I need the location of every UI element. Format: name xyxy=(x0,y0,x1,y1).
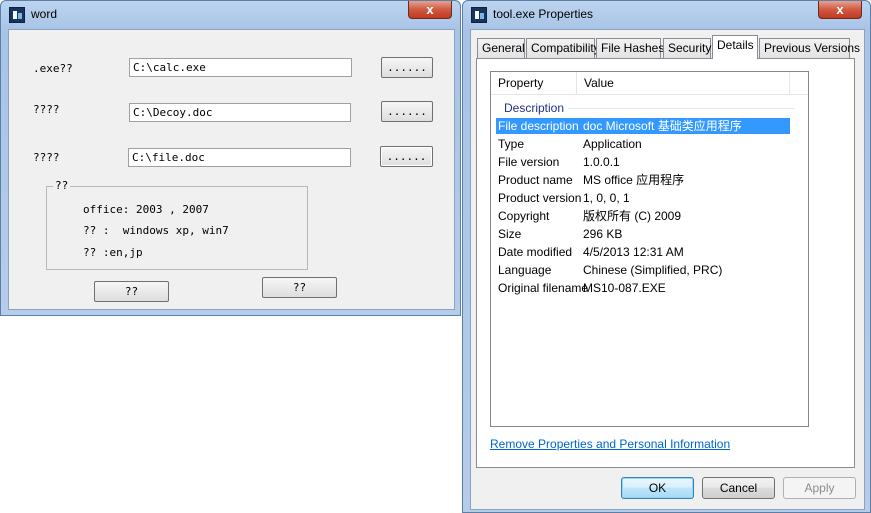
tab-details[interactable]: Details xyxy=(712,35,758,59)
properties-titlebar[interactable]: tool.exe Properties x xyxy=(463,1,870,29)
property-name: File description xyxy=(498,119,579,133)
languages-text: ?? :en,jp xyxy=(83,246,143,259)
output-path-label: ???? xyxy=(33,151,60,164)
property-value: MS10-087.EXE xyxy=(583,281,666,295)
list-item[interactable]: File description doc Microsoft 基础类应用程序 xyxy=(496,118,790,134)
description-section-header: Description xyxy=(504,101,565,115)
property-value: 版权所有 (C) 2009 xyxy=(583,209,682,223)
exe-path-input[interactable]: C:\calc.exe xyxy=(129,58,352,77)
property-value: 4/5/2013 12:31 AM xyxy=(583,245,684,259)
tab-compatibility[interactable]: Compatibility xyxy=(526,38,600,58)
browse-decoy-button[interactable]: ...... xyxy=(381,101,433,122)
property-value: doc Microsoft 基础类应用程序 xyxy=(583,119,742,133)
list-item[interactable]: Copyright 版权所有 (C) 2009 xyxy=(496,208,790,224)
tab-previous-versions[interactable]: Previous Versions xyxy=(759,38,860,58)
word-titlebar[interactable]: word x xyxy=(1,1,460,29)
tab-security[interactable]: Security xyxy=(663,38,711,58)
remove-properties-link[interactable]: Remove Properties and Personal Informati… xyxy=(490,437,730,451)
cancel-button[interactable]: Cancel xyxy=(702,477,775,499)
list-item[interactable]: Size 296 KB xyxy=(496,226,790,242)
decoy-path-input[interactable]: C:\Decoy.doc xyxy=(129,103,351,122)
list-item[interactable]: Product version 1, 0, 0, 1 xyxy=(496,190,790,206)
output-path-input[interactable]: C:\file.doc xyxy=(128,148,351,167)
exe-path-label: .exe?? xyxy=(33,62,73,75)
list-item[interactable]: Original filename MS10-087.EXE xyxy=(496,280,790,296)
generate-button[interactable]: ?? xyxy=(94,281,169,302)
office-versions-text: office: 2003 , 2007 xyxy=(83,203,209,216)
property-name: Original filename xyxy=(498,281,589,295)
property-value: Application xyxy=(583,137,642,151)
close-button[interactable]: x xyxy=(818,1,862,19)
value-column-header[interactable]: Value xyxy=(577,72,790,94)
details-panel: Property Value Description File descript… xyxy=(476,58,855,468)
section-divider xyxy=(568,108,794,109)
property-column-header[interactable]: Property xyxy=(491,72,577,94)
app-icon xyxy=(9,7,25,23)
list-item[interactable]: Type Application xyxy=(496,136,790,152)
properties-window-title: tool.exe Properties xyxy=(493,7,594,21)
exit-button[interactable]: ?? xyxy=(262,277,337,298)
apply-button[interactable]: Apply xyxy=(783,477,856,499)
decoy-path-label: ???? xyxy=(33,103,60,116)
property-value: MS office 应用程序 xyxy=(583,173,685,187)
list-header: Property Value xyxy=(491,72,808,95)
list-item[interactable]: Date modified 4/5/2013 12:31 AM xyxy=(496,244,790,260)
list-item[interactable]: Product name MS office 应用程序 xyxy=(496,172,790,188)
property-name: Language xyxy=(498,263,552,277)
word-window-title: word xyxy=(31,7,58,21)
property-value: Chinese (Simplified, PRC) xyxy=(583,263,723,277)
ok-button[interactable]: OK xyxy=(621,477,694,499)
property-value: 296 KB xyxy=(583,227,623,241)
browse-exe-button[interactable]: ...... xyxy=(381,57,433,78)
info-group-legend: ?? xyxy=(53,179,71,192)
list-item[interactable]: File version 1.0.0.1 xyxy=(496,154,790,170)
list-item[interactable]: Language Chinese (Simplified, PRC) xyxy=(496,262,790,278)
property-name: Date modified xyxy=(498,245,573,259)
property-value: 1.0.0.1 xyxy=(583,155,620,169)
property-name: Size xyxy=(498,227,522,241)
details-list[interactable]: Property Value Description File descript… xyxy=(490,71,809,427)
app-icon xyxy=(471,7,487,23)
tab-general[interactable]: General xyxy=(477,38,525,58)
property-name: Product name xyxy=(498,173,573,187)
property-value: 1, 0, 0, 1 xyxy=(583,191,630,205)
property-name: Product version xyxy=(498,191,582,205)
property-name: Type xyxy=(498,137,525,151)
tab-file-hashes[interactable]: File Hashes xyxy=(596,38,664,58)
browse-output-button[interactable]: ...... xyxy=(380,146,433,167)
os-versions-text: ?? : windows xp, win7 xyxy=(83,224,229,237)
property-name: Copyright xyxy=(498,209,550,223)
property-name: File version xyxy=(498,155,560,169)
close-button[interactable]: x xyxy=(408,1,452,19)
